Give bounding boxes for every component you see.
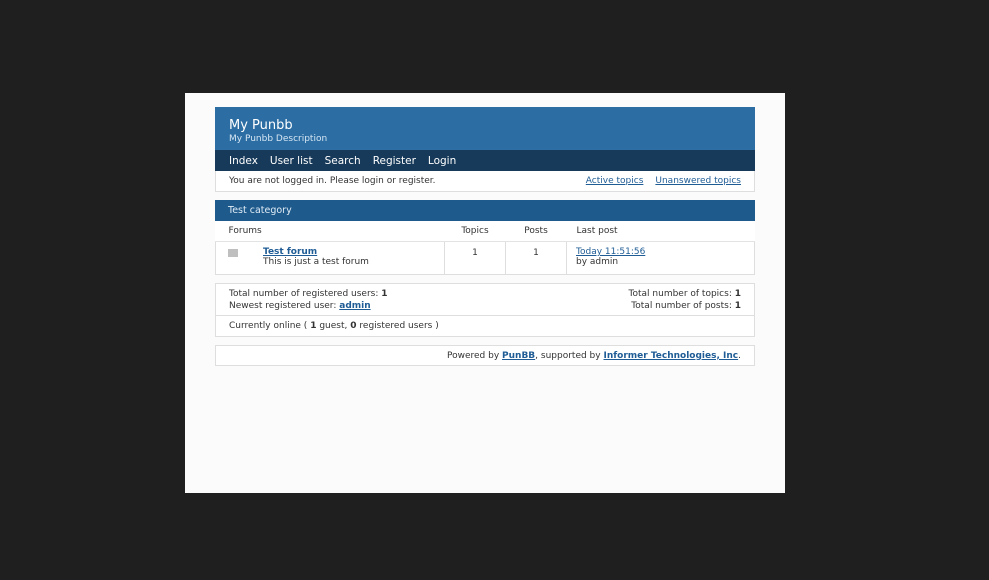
footer: Powered by PunBB, supported by Informer …	[215, 345, 755, 366]
footer-period: .	[738, 350, 741, 361]
online-users: Currently online ( 1 guest, 0 registered…	[216, 315, 754, 336]
punbb-link[interactable]: PunBB	[502, 351, 535, 361]
online-guests-label: guest,	[319, 321, 348, 331]
online-suffix: registered users )	[359, 321, 439, 331]
newest-user-stat: Newest registered user: admin	[229, 300, 388, 312]
forum-topics-count: 1	[444, 241, 506, 275]
supported-by-text: , supported by	[535, 350, 601, 361]
forums-table-header: Forums Topics Posts Last post	[215, 221, 755, 242]
online-prefix: Currently online (	[229, 321, 308, 331]
last-post-link[interactable]: Today 11:51:56	[576, 247, 754, 257]
board-title: My Punbb	[229, 118, 293, 133]
total-topics-stat: Total number of topics: 1	[629, 288, 741, 300]
nav-login[interactable]: Login	[428, 155, 456, 167]
nav-user-list[interactable]: User list	[270, 155, 313, 167]
stats-row: Total number of registered users: 1 Newe…	[216, 284, 754, 315]
online-guests-count: 1	[310, 321, 317, 331]
page-frame: My Punbb My Punbb Description Index User…	[185, 93, 785, 493]
total-posts-value: 1	[734, 301, 741, 311]
board-description: My Punbb Description	[229, 134, 328, 144]
newest-user-link[interactable]: admin	[339, 301, 370, 311]
last-post-author: by admin	[576, 257, 619, 267]
login-status-bar: You are not logged in. Please login or r…	[215, 171, 755, 192]
nav-index[interactable]: Index	[229, 155, 258, 167]
forum-icon-cell	[215, 241, 250, 275]
total-posts-label: Total number of posts:	[631, 301, 732, 311]
active-topics-link[interactable]: Active topics	[586, 176, 644, 186]
forum-info-cell: Test forum This is just a test forum	[250, 241, 445, 275]
newest-user-label: Newest registered user:	[229, 301, 337, 311]
col-last-post: Last post	[566, 221, 755, 242]
stats-left: Total number of registered users: 1 Newe…	[229, 288, 388, 312]
nav-register[interactable]: Register	[373, 155, 416, 167]
nav-search[interactable]: Search	[325, 155, 361, 167]
forum-description: This is just a test forum	[263, 257, 369, 267]
category-header: Test category	[215, 200, 755, 221]
powered-by-text: Powered by	[446, 350, 500, 361]
table-row: Test forum This is just a test forum 1 1…	[215, 241, 755, 275]
login-status-text: You are not logged in. Please login or r…	[229, 176, 436, 186]
col-topics: Topics	[444, 221, 506, 242]
col-forums: Forums	[215, 221, 445, 242]
forum-wrapper: My Punbb My Punbb Description Index User…	[215, 107, 755, 366]
informer-link[interactable]: Informer Technologies, Inc	[603, 351, 738, 361]
board-stats: Total number of registered users: 1 Newe…	[215, 283, 755, 337]
stats-right: Total number of topics: 1 Total number o…	[629, 288, 741, 312]
online-registered-count: 0	[350, 321, 357, 331]
total-topics-value: 1	[734, 289, 741, 299]
total-topics-label: Total number of topics:	[628, 289, 732, 299]
forum-icon	[228, 249, 238, 257]
registered-users-value: 1	[381, 289, 388, 299]
forums-table: Forums Topics Posts Last post Test forum…	[215, 221, 755, 275]
main-nav: Index User list Search Register Login	[215, 150, 755, 171]
unanswered-topics-link[interactable]: Unanswered topics	[655, 176, 741, 186]
forum-posts-count: 1	[505, 241, 567, 275]
col-posts: Posts	[505, 221, 567, 242]
forum-last-post-cell: Today 11:51:56 by admin	[566, 241, 755, 275]
registered-users-label: Total number of registered users:	[229, 289, 379, 299]
forum-title-link[interactable]: Test forum	[263, 247, 444, 257]
board-header: My Punbb My Punbb Description	[215, 107, 755, 150]
registered-users-stat: Total number of registered users: 1	[229, 288, 388, 300]
total-posts-stat: Total number of posts: 1	[629, 300, 741, 312]
